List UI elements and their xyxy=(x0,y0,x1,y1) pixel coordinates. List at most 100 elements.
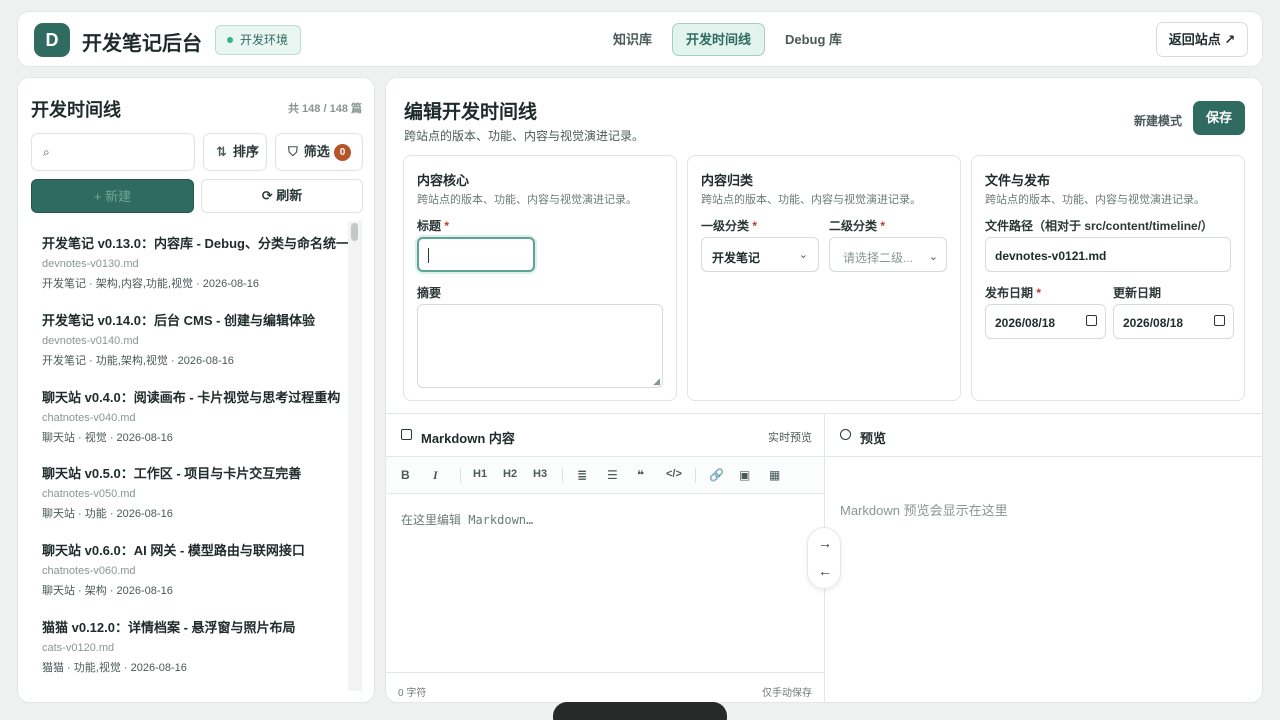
save-button[interactable]: 保存 xyxy=(1193,101,1245,135)
heading2-icon[interactable]: H2 xyxy=(503,468,517,480)
new-entry-button[interactable]: + 新建 xyxy=(31,179,194,213)
italic-icon[interactable]: I xyxy=(433,468,438,483)
top-bar: D 开发笔记后台 开发环境 知识库 开发时间线 Debug 库 返回站点 ↗ xyxy=(17,11,1263,67)
secondary-category-select[interactable]: 请选择二级... ⌄ xyxy=(829,237,947,272)
panel-swap-control: → ← xyxy=(807,527,841,589)
primary-category-label-text: 一级分类 xyxy=(701,219,750,233)
list-scrollbar[interactable] xyxy=(348,221,362,691)
nav-tab-knowledge[interactable]: 知识库 xyxy=(599,23,666,56)
scrollbar-thumb[interactable] xyxy=(351,223,358,241)
image-icon[interactable]: ▣ xyxy=(739,468,750,482)
required-mark: * xyxy=(444,219,450,233)
sort-button[interactable]: ⇅ 排序 xyxy=(203,133,267,171)
code-icon[interactable]: </> xyxy=(666,468,682,480)
calendar-icon[interactable] xyxy=(1086,315,1097,326)
file-path-label: 文件路径（相对于 src/content/timeline/） xyxy=(985,219,1214,233)
list-item[interactable]: 聊天站 v0.5.0：工作区 - 项目与卡片交互完善 chatnotes-v05… xyxy=(42,463,342,521)
back-to-site-button[interactable]: 返回站点 ↗ xyxy=(1156,22,1248,57)
filter-button[interactable]: ⛉ 筛选 0 xyxy=(275,133,363,171)
secondary-category-label: 二级分类 * xyxy=(829,217,885,234)
editor-panel: 编辑开发时间线 跨站点的版本、功能、内容与视觉演进记录。 新建模式 保存 内容核… xyxy=(385,77,1263,703)
text-caret xyxy=(428,248,429,263)
logo[interactable]: D xyxy=(34,23,70,57)
filter-label: 筛选 xyxy=(303,144,330,159)
toolbar-divider xyxy=(695,468,696,483)
resize-handle-icon[interactable]: ◢ xyxy=(653,376,660,387)
search-input[interactable]: ⌕ xyxy=(31,133,195,171)
title-field[interactable] xyxy=(417,237,535,272)
markdown-input[interactable]: 在这里编辑 Markdown… xyxy=(401,511,533,528)
list-item-file: chatnotes-v040.md xyxy=(42,412,136,424)
list-item[interactable]: 开发笔记 v0.14.0：后台 CMS - 创建与编辑体验 devnotes-v… xyxy=(42,310,342,368)
list-item[interactable]: 聊天站 v0.6.0：AI 网关 - 模型路由与联网接口 chatnotes-v… xyxy=(42,540,342,598)
arrow-right-icon[interactable]: → xyxy=(818,535,832,551)
char-count: 0 字符 xyxy=(398,688,427,699)
list-item[interactable]: 猫猫 v0.12.0：详情档案 - 悬浮窗与照片布局 cats-v0120.md… xyxy=(42,617,342,675)
required-mark: * xyxy=(1036,286,1042,300)
publish-date-value: 2026/08/18 xyxy=(995,316,1056,330)
sidebar-count: 共 148 / 148 篇 xyxy=(288,103,362,115)
publish-date-field[interactable]: 2026/08/18 xyxy=(985,304,1106,339)
status-dot-icon xyxy=(227,37,233,43)
card-desc: 跨站点的版本、功能、内容与视觉演进记录。 xyxy=(701,194,921,206)
list-item-title: 开发笔记 v0.14.0：后台 CMS - 创建与编辑体验 xyxy=(42,313,316,328)
preview-header: 预览 xyxy=(825,414,1262,457)
publish-date-label-text: 发布日期 xyxy=(985,286,1034,300)
markdown-preview: 预览 Markdown 预览会显示在这里 xyxy=(825,413,1262,702)
list-item-file: cats-v0120.md xyxy=(42,642,115,654)
editor-title: Markdown 内容 xyxy=(421,431,515,446)
bullet-list-icon[interactable]: ≣ xyxy=(577,468,587,482)
numbered-list-icon[interactable]: ☰ xyxy=(607,468,618,482)
file-path-field[interactable]: devnotes-v0121.md xyxy=(985,237,1231,272)
update-date-field[interactable]: 2026/08/18 xyxy=(1113,304,1234,339)
heading3-icon[interactable]: H3 xyxy=(533,468,547,480)
markdown-icon xyxy=(401,429,412,440)
bold-icon[interactable]: B xyxy=(401,468,410,482)
brand-title: 开发笔记后台 xyxy=(82,33,202,55)
nav-tab-timeline[interactable]: 开发时间线 xyxy=(672,23,766,56)
markdown-editor: Markdown 内容 实时预览 B I H1 H2 H3 ≣ ☰ ❝ </> … xyxy=(386,413,825,702)
quote-icon[interactable]: ❝ xyxy=(637,468,644,482)
sort-icon: ⇅ xyxy=(216,144,227,159)
card-title: 文件与发布 xyxy=(985,173,1051,188)
search-icon: ⌕ xyxy=(43,145,50,159)
chevron-down-icon: ⌄ xyxy=(798,249,808,261)
list-item-title: 聊天站 v0.4.0：阅读画布 - 卡片视觉与思考过程重构 xyxy=(42,390,341,405)
env-badge: 开发环境 xyxy=(215,25,302,55)
format-toolbar: B I H1 H2 H3 ≣ ☰ ❝ </> 🔗 ▣ ▦ xyxy=(386,457,824,494)
list-item[interactable]: 开发笔记 v0.13.0：内容库 - Debug、分类与命名统一 devnote… xyxy=(42,233,349,291)
title-label-text: 标题 xyxy=(417,219,442,233)
preview-placeholder: Markdown 预览会显示在这里 xyxy=(840,503,1008,518)
link-icon[interactable]: 🔗 xyxy=(709,468,724,482)
list-item-file: chatnotes-v050.md xyxy=(42,488,136,500)
refresh-button[interactable]: ⟳ 刷新 xyxy=(201,179,363,213)
heading1-icon[interactable]: H1 xyxy=(473,468,487,480)
list-item-meta: 开发笔记 · 架构,内容,功能,视觉 · 2026-08-16 xyxy=(42,278,259,290)
nav-tab-debug[interactable]: Debug 库 xyxy=(771,23,856,56)
toolbar-divider xyxy=(460,468,461,483)
arrow-left-icon[interactable]: ← xyxy=(818,563,832,579)
list-item-title: 开发笔记 v0.13.0：内容库 - Debug、分类与命名统一 xyxy=(42,236,349,251)
list-item[interactable]: 聊天站 v0.4.0：阅读画布 - 卡片视觉与思考过程重构 chatnotes-… xyxy=(42,387,342,445)
primary-category-value: 开发笔记 xyxy=(712,251,761,265)
file-publish-card: 文件与发布 跨站点的版本、功能、内容与视觉演进记录。 文件路径（相对于 src/… xyxy=(971,155,1245,401)
sidebar-title: 开发时间线 xyxy=(31,100,121,120)
update-date-value: 2026/08/18 xyxy=(1123,316,1184,330)
content-category-card: 内容归类 跨站点的版本、功能、内容与视觉演进记录。 一级分类 * 开发笔记 ⌄ … xyxy=(687,155,961,401)
update-date-label: 更新日期 xyxy=(1113,286,1162,300)
calendar-icon[interactable] xyxy=(1214,315,1225,326)
list-item-file: chatnotes-v060.md xyxy=(42,565,136,577)
summary-field[interactable]: ◢ xyxy=(417,304,663,388)
preview-title: 预览 xyxy=(860,431,887,446)
primary-category-select[interactable]: 开发笔记 ⌄ xyxy=(701,237,819,272)
bottom-dock[interactable] xyxy=(553,702,727,720)
card-desc: 跨站点的版本、功能、内容与视觉演进记录。 xyxy=(417,194,637,206)
list-item-meta: 猫猫 · 功能,视觉 · 2026-08-16 xyxy=(42,662,187,674)
secondary-category-placeholder: 请选择二级... xyxy=(843,251,914,265)
secondary-category-label-text: 二级分类 xyxy=(829,219,878,233)
chevron-down-icon: ⌄ xyxy=(928,251,938,263)
live-preview-toggle[interactable]: 实时预览 xyxy=(768,429,812,445)
mode-label: 新建模式 xyxy=(1134,114,1183,128)
table-icon[interactable]: ▦ xyxy=(769,468,780,482)
card-title: 内容归类 xyxy=(701,173,754,188)
